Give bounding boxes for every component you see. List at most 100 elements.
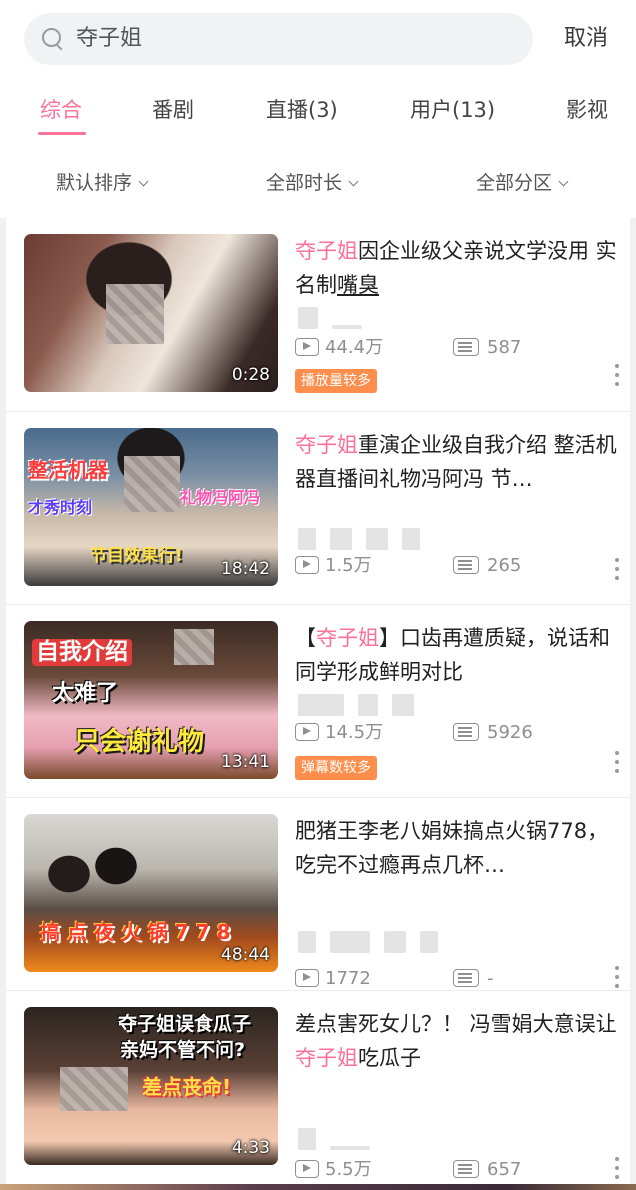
title-text: 差点害死女儿？！ 冯雪娟大意误让: [295, 1012, 617, 1036]
duration-label: 18:42: [221, 559, 270, 579]
play-count-icon: [295, 338, 319, 356]
view-count-value: 5.5万: [325, 1159, 372, 1180]
video-stats: 14.5万 5926: [295, 720, 615, 746]
uploader-name-redacted: [298, 694, 414, 718]
play-count-icon: [295, 969, 319, 987]
duration-label: 48:44: [221, 945, 270, 965]
title-bracket: 【: [295, 626, 316, 650]
search-query[interactable]: 夺子姐: [76, 25, 142, 53]
keyword-highlight: 夺子姐: [295, 433, 358, 457]
danmaku-count-value: -: [487, 968, 494, 989]
more-options-icon[interactable]: [614, 1157, 620, 1183]
danmaku-icon: [453, 969, 479, 987]
duration-label: 13:41: [221, 752, 270, 772]
video-title[interactable]: 差点害死女儿？！ 冯雪娟大意误让夺子姐吃瓜子: [295, 1007, 617, 1075]
search-input[interactable]: 夺子姐: [24, 13, 533, 65]
danmaku-count: 657: [453, 1157, 521, 1183]
video-title[interactable]: 【夺子姐】口齿再遭质疑，说话和同学形成鲜明对比: [295, 621, 617, 689]
thumbnail-caption: 只会谢礼物: [74, 727, 205, 757]
thumbnail-caption: 自我介绍: [32, 639, 132, 666]
video-stats: 1.5万 265: [295, 553, 615, 579]
video-item[interactable]: 整活机器 才秀时刻 礼物冯阿冯 节目效果行! 18:42 夺子姐重演企业级自我介…: [6, 411, 630, 604]
more-options-icon[interactable]: [614, 751, 620, 777]
uploader-name-redacted: [298, 307, 362, 331]
tab-movies[interactable]: 影视: [566, 94, 608, 126]
title-text-underlined: 嘴臭: [337, 273, 379, 297]
view-count-value: 44.4万: [325, 337, 384, 358]
filter-bar: 默认排序 全部时长 全部分区: [0, 168, 636, 202]
category-filter-label: 全部分区: [476, 172, 553, 194]
keyword-highlight: 夺子姐: [316, 626, 379, 650]
thumbnail-caption: 亲妈不管不问?: [120, 1039, 246, 1061]
view-count: 44.4万: [295, 335, 383, 361]
bottom-edge: [0, 1184, 636, 1190]
face-blur: [60, 1067, 128, 1111]
video-thumbnail[interactable]: 夺子姐误食瓜子 亲妈不管不问? 差点丧命! 4:33: [24, 1007, 278, 1165]
play-count-icon: [295, 556, 319, 574]
play-count-icon: [295, 1160, 319, 1178]
search-header: 夺子姐 取消 综合 番剧 直播(3) 用户(13) 影视 默认排序 全部时长 全…: [0, 0, 636, 218]
cancel-button[interactable]: 取消: [564, 24, 608, 54]
video-title[interactable]: 夺子姐因企业级父亲说文学没用 实名制嘴臭: [295, 234, 617, 302]
video-title[interactable]: 夺子姐重演企业级自我介绍 整活机器直播间礼物冯阿冯 节…: [295, 428, 617, 496]
title-text: 吃瓜子: [358, 1046, 421, 1070]
tab-bangumi[interactable]: 番剧: [152, 94, 194, 126]
video-stats: 1772 -: [295, 966, 615, 992]
view-count-value: 1772: [325, 968, 371, 989]
duration-label: 0:28: [231, 365, 270, 385]
title-text: 肥猪王李老八娟妹搞点火锅778，吃完不过瘾再点几杯…: [295, 819, 609, 877]
uploader-name-redacted: [298, 1128, 370, 1152]
active-tab-indicator: [38, 132, 86, 135]
video-item[interactable]: 0:28 夺子姐因企业级父亲说文学没用 实名制嘴臭 44.4万 587 播放量较…: [6, 218, 630, 411]
tab-all[interactable]: 综合: [40, 94, 82, 126]
danmaku-icon: [453, 723, 479, 741]
video-item[interactable]: 自我介绍 太难了 只会谢礼物 13:41 【夺子姐】口齿再遭质疑，说话和同学形成…: [6, 604, 630, 797]
danmaku-icon: [453, 338, 479, 356]
result-tabs: 综合 番剧 直播(3) 用户(13) 影视: [0, 94, 636, 138]
video-thumbnail[interactable]: 整活机器 才秀时刻 礼物冯阿冯 节目效果行! 18:42: [24, 428, 278, 586]
danmaku-count: 5926: [453, 720, 533, 746]
category-filter[interactable]: 全部分区: [476, 168, 569, 198]
view-count: 5.5万: [295, 1157, 372, 1183]
face-blur: [106, 284, 164, 344]
tab-live[interactable]: 直播(3): [266, 94, 338, 126]
thumbnail-caption: 节目效果行!: [90, 546, 183, 566]
sort-filter-label: 默认排序: [56, 172, 133, 194]
more-options-icon[interactable]: [614, 558, 620, 584]
sort-filter[interactable]: 默认排序: [56, 168, 149, 198]
play-count-icon: [295, 723, 319, 741]
duration-filter-label: 全部时长: [266, 172, 343, 194]
thumbnail-caption: 礼物冯阿冯: [180, 488, 261, 507]
tab-users[interactable]: 用户(13): [410, 94, 495, 126]
search-icon: [42, 28, 64, 50]
more-options-icon[interactable]: [614, 966, 620, 992]
danmaku-icon: [453, 1160, 479, 1178]
chevron-down-icon: [558, 176, 569, 187]
danmaku-icon: [453, 556, 479, 574]
face-blur: [174, 629, 214, 665]
video-title[interactable]: 肥猪王李老八娟妹搞点火锅778，吃完不过瘾再点几杯…: [295, 814, 617, 882]
duration-filter[interactable]: 全部时长: [266, 168, 359, 198]
status-badge: 弹幕数较多: [295, 756, 377, 780]
video-item[interactable]: 搞 点 夜 火 锅 7 7 8 48:44 肥猪王李老八娟妹搞点火锅778，吃完…: [6, 797, 630, 990]
view-count-value: 14.5万: [325, 722, 384, 743]
keyword-highlight: 夺子姐: [295, 239, 358, 263]
danmaku-count-value: 657: [487, 1159, 522, 1180]
video-stats: 44.4万 587: [295, 335, 615, 361]
chevron-down-icon: [348, 176, 359, 187]
video-thumbnail[interactable]: 搞 点 夜 火 锅 7 7 8 48:44: [24, 814, 278, 972]
thumbnail-caption: 差点丧命!: [142, 1075, 232, 1099]
video-result-list: 0:28 夺子姐因企业级父亲说文学没用 实名制嘴臭 44.4万 587 播放量较…: [6, 218, 630, 1184]
face-blur: [124, 456, 180, 512]
danmaku-count-value: 587: [487, 337, 522, 358]
danmaku-count-value: 265: [487, 555, 522, 576]
danmaku-count-value: 5926: [487, 722, 533, 743]
view-count: 14.5万: [295, 720, 383, 746]
more-options-icon[interactable]: [614, 364, 620, 390]
danmaku-count: -: [453, 966, 494, 992]
thumbnail-caption: 整活机器: [28, 458, 108, 482]
video-item[interactable]: 夺子姐误食瓜子 亲妈不管不问? 差点丧命! 4:33 差点害死女儿？！ 冯雪娟大…: [6, 990, 630, 1183]
danmaku-count: 587: [453, 335, 521, 361]
video-thumbnail[interactable]: 自我介绍 太难了 只会谢礼物 13:41: [24, 621, 278, 779]
video-thumbnail[interactable]: 0:28: [24, 234, 278, 392]
